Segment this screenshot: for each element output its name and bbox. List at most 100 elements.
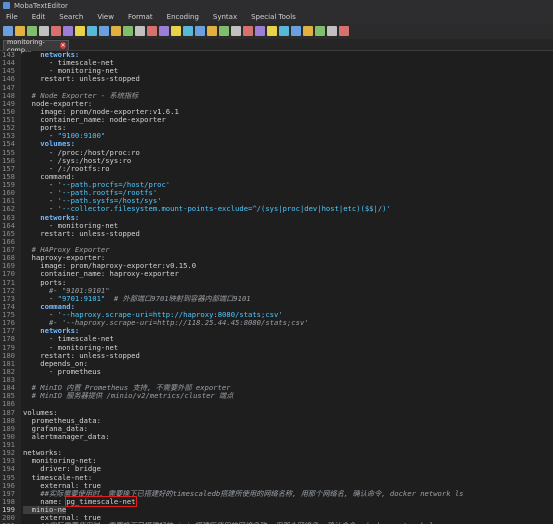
- gutter: [18, 376, 21, 385]
- gutter: [18, 205, 21, 214]
- gutter: [18, 400, 21, 409]
- code-line[interactable]: 157 - /:/rootfs:ro: [0, 164, 553, 173]
- gutter: [18, 384, 21, 393]
- bookmark-icon[interactable]: [135, 26, 145, 36]
- gutter: [18, 221, 21, 230]
- code-line[interactable]: 146 restart: unless-stopped: [0, 75, 553, 84]
- code-line[interactable]: 165 restart: unless-stopped: [0, 229, 553, 238]
- open-icon[interactable]: [15, 26, 25, 36]
- menu-view[interactable]: View: [97, 13, 114, 21]
- gutter: [18, 319, 21, 328]
- blue-box-icon[interactable]: [279, 26, 289, 36]
- menu-file[interactable]: File: [6, 13, 18, 21]
- gutter: [18, 140, 21, 149]
- gutter: [18, 278, 21, 287]
- menu-bar: File Edit Search View Format Encoding Syntax Sp…: [0, 11, 553, 23]
- compare-icon[interactable]: [219, 26, 229, 36]
- code-line[interactable]: 191: [0, 440, 553, 450]
- new-file-icon[interactable]: [3, 26, 13, 36]
- gutter: [18, 91, 21, 100]
- gutter: [18, 189, 21, 198]
- gutter: [18, 164, 21, 173]
- code-line[interactable]: 153 - "9100:9100": [0, 132, 553, 141]
- code-line[interactable]: 173 - "9701:9101" # 外部端口9701映射到容器内部端口910…: [0, 294, 553, 303]
- print-icon[interactable]: [51, 26, 61, 36]
- menu-special-tools[interactable]: Special Tools: [251, 13, 296, 21]
- undo-icon[interactable]: [63, 26, 73, 36]
- line-code: alertmanager_data:: [23, 431, 110, 441]
- string-text: '--collector.filesystem.mount-points-exc…: [57, 204, 391, 214]
- list-icon[interactable]: [99, 26, 109, 36]
- gutter: [18, 229, 21, 238]
- gutter: [18, 237, 21, 246]
- pilcrow-icon[interactable]: [291, 26, 301, 36]
- gutter: [18, 441, 21, 450]
- settings-icon[interactable]: [327, 26, 337, 36]
- code-line[interactable]: 190 alertmanager_data:: [0, 431, 553, 441]
- close-square-icon[interactable]: [339, 26, 349, 36]
- app-icon: [3, 2, 10, 9]
- gutter: [18, 489, 21, 498]
- code-line[interactable]: 176 #- '--haproxy.scrape-uri=http://118.…: [0, 318, 553, 328]
- toolbar: [0, 23, 553, 39]
- cut-icon[interactable]: [147, 26, 157, 36]
- image-icon[interactable]: [243, 26, 253, 36]
- gutter: [18, 156, 21, 165]
- star-icon[interactable]: [123, 26, 133, 36]
- code-editor[interactable]: 143 networks: 144 - timescale-net 145 - mo…: [0, 51, 553, 524]
- gutter: [18, 99, 21, 108]
- gutter: [18, 172, 21, 181]
- menu-syntax[interactable]: Syntax: [213, 13, 237, 21]
- menu-encoding[interactable]: Encoding: [167, 13, 199, 21]
- paste-icon[interactable]: [171, 26, 181, 36]
- code-line[interactable]: 182 - prometheus: [0, 366, 553, 376]
- gutter: [18, 457, 21, 466]
- code-line[interactable]: 186: [0, 400, 553, 409]
- gutter: [18, 286, 21, 295]
- menu-search[interactable]: Search: [59, 13, 83, 21]
- gutter: [18, 514, 21, 523]
- replace-icon[interactable]: [195, 26, 205, 36]
- column-icon[interactable]: [267, 26, 277, 36]
- menu-edit[interactable]: Edit: [32, 13, 46, 21]
- brush-icon[interactable]: [315, 26, 325, 36]
- tab-monitoring-compose[interactable]: monitoring-comp... ×: [3, 38, 69, 54]
- code-line[interactable]: 185 # MinIO 服务器提供 /minio/v2/metrics/clus…: [0, 392, 553, 401]
- tab-bar: monitoring-comp... ×: [0, 38, 553, 54]
- gutter: [18, 246, 21, 255]
- gutter: [18, 506, 21, 515]
- copy-icon[interactable]: [159, 26, 169, 36]
- code-text: - prometheus: [23, 366, 101, 376]
- title-bar: MobaTextEditor: [0, 0, 553, 11]
- gutter: [18, 311, 21, 320]
- save-icon[interactable]: [27, 26, 37, 36]
- code-line[interactable]: 162 - '--collector.filesystem.mount-poin…: [0, 204, 553, 214]
- goto-icon[interactable]: [207, 26, 217, 36]
- save-all-icon[interactable]: [39, 26, 49, 36]
- split-icon[interactable]: [231, 26, 241, 36]
- gutter: [18, 327, 21, 336]
- wrap-icon[interactable]: [111, 26, 121, 36]
- code-line[interactable]: 170 container_name: haproxy-exporter: [0, 270, 553, 279]
- gutter: [18, 213, 21, 222]
- gutter: [18, 51, 21, 60]
- tab-close-icon[interactable]: ×: [60, 42, 66, 49]
- line-code: restart: unless-stopped: [23, 229, 140, 238]
- close-x-icon[interactable]: [87, 26, 97, 36]
- menu-format[interactable]: Format: [128, 13, 153, 21]
- warning-icon[interactable]: [255, 26, 265, 36]
- gutter: [18, 351, 21, 360]
- chart-icon[interactable]: [303, 26, 313, 36]
- gutter: [18, 181, 21, 190]
- gutter: [18, 107, 21, 116]
- code-line[interactable]: 198 name: pg_timescale-net: [0, 495, 553, 507]
- redo-icon[interactable]: [75, 26, 85, 36]
- search-icon[interactable]: [183, 26, 193, 36]
- gutter: [18, 497, 21, 506]
- gutter: [18, 124, 21, 133]
- code-text: alertmanager_data:: [23, 431, 110, 441]
- gutter: [18, 473, 21, 482]
- gutter: [18, 416, 21, 425]
- code-line[interactable]: 151 container_name: node-exporter: [0, 115, 553, 125]
- gutter: [18, 67, 21, 76]
